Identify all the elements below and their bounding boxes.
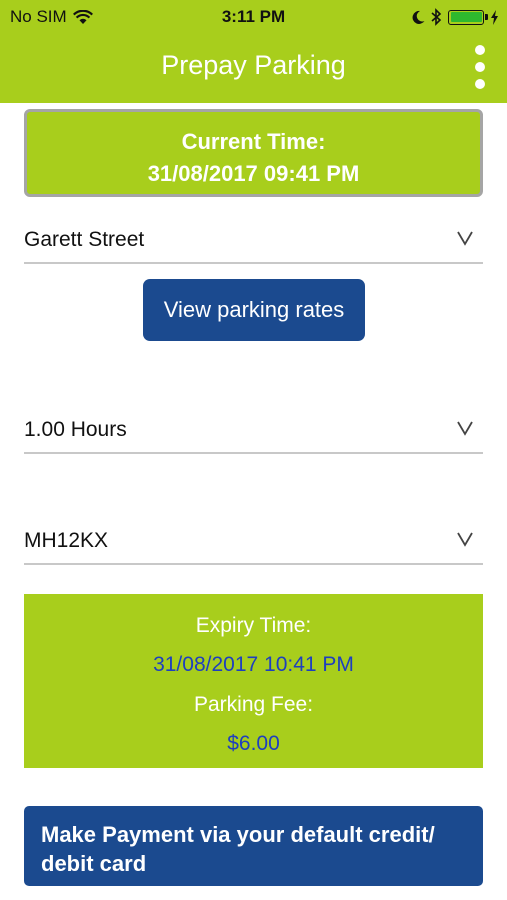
moon-icon <box>412 10 425 24</box>
status-bar: No SIM 3:11 PM <box>0 0 507 34</box>
charging-bolt-icon <box>491 9 498 25</box>
menu-dot <box>475 45 485 55</box>
vehicle-plate-select[interactable]: MH12KX <box>24 515 483 565</box>
payment-button-line2: debit card <box>41 851 147 876</box>
duration-select-value: 1.00 Hours <box>24 418 127 441</box>
kebab-menu-icon[interactable] <box>473 45 487 89</box>
current-time-card: Current Time: 31/08/2017 09:41 PM <box>24 109 483 197</box>
parking-fee-value: $6.00 <box>227 732 280 755</box>
view-parking-rates-button[interactable]: View parking rates <box>143 279 365 341</box>
expiry-time-value: 31/08/2017 10:41 PM <box>153 653 354 676</box>
menu-dot <box>475 62 485 72</box>
chevron-down-icon <box>457 532 473 547</box>
chevron-down-icon <box>457 421 473 436</box>
battery-level <box>450 12 482 22</box>
vehicle-plate-value: MH12KX <box>24 529 109 552</box>
payment-button-line1: Make Payment via your default credit/ <box>41 822 435 847</box>
duration-select[interactable]: 1.00 Hours <box>24 404 483 454</box>
parking-fee-label: Parking Fee: <box>193 693 314 716</box>
status-icons <box>411 8 499 26</box>
street-select[interactable]: Garett Street <box>24 214 483 264</box>
bluetooth-icon <box>431 8 442 26</box>
make-payment-button[interactable]: Make Payment via your default credit/ de… <box>24 806 483 886</box>
current-time-label: Current Time: <box>181 129 326 154</box>
current-time-value: 31/08/2017 09:41 PM <box>147 161 360 186</box>
menu-dot <box>475 79 485 89</box>
app-header: No SIM 3:11 PM Prepay Parking <box>0 0 507 103</box>
expiry-time-label: Expiry Time: <box>195 614 312 637</box>
chevron-down-icon <box>457 231 473 246</box>
prepay-parking-screen: No SIM 3:11 PM Prepay Parking Current Ti… <box>0 0 507 900</box>
battery-icon <box>448 9 488 25</box>
expiry-summary: Expiry Time: 31/08/2017 10:41 PM Parking… <box>24 594 483 768</box>
page-title: Prepay Parking <box>161 50 346 80</box>
street-select-value: Garett Street <box>24 228 145 251</box>
